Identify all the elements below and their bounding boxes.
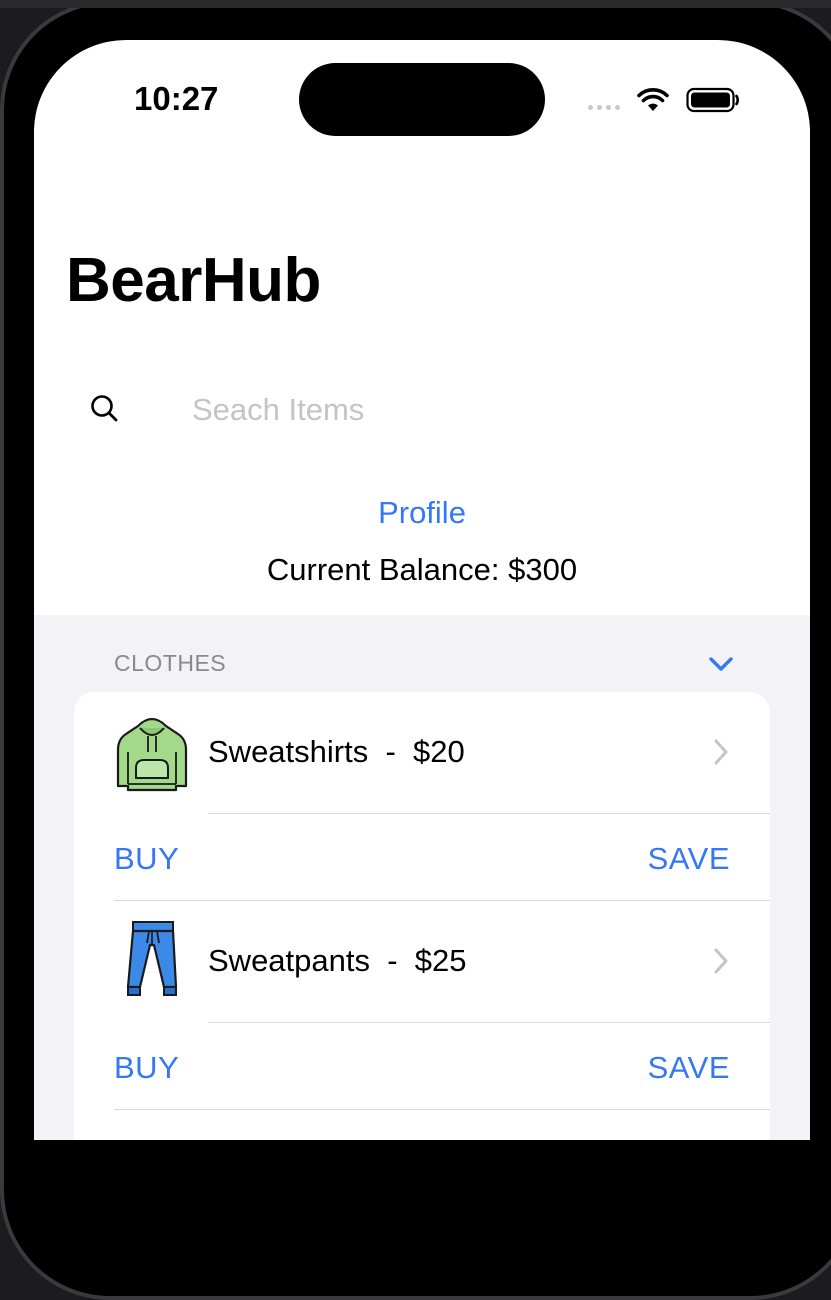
item-label: Sweatshirts - $20 [208, 734, 465, 769]
blue-sweatpants-icon [126, 921, 178, 996]
save-button[interactable]: SAVE [648, 841, 730, 877]
status-time: 10:27 [134, 80, 219, 117]
wifi-icon [637, 88, 669, 111]
chevron-right-icon [714, 739, 728, 765]
chevron-down-icon[interactable] [706, 652, 736, 676]
current-balance: Current Balance: $300 [266, 552, 578, 587]
divider [208, 1022, 770, 1023]
chevron-right-icon [714, 948, 728, 974]
buy-button[interactable]: BUY [114, 841, 179, 877]
battery-icon [686, 87, 740, 113]
save-button[interactable]: SAVE [648, 1050, 730, 1086]
item-label: Sweatpants - $25 [208, 943, 467, 978]
section-header: CLOTHES [114, 650, 227, 676]
search-input[interactable] [192, 388, 752, 432]
profile-link[interactable]: Profile [34, 495, 810, 531]
list-item[interactable]: Sweatshirts - $20 [74, 692, 770, 812]
divider [114, 1109, 770, 1110]
divider [208, 813, 770, 814]
dynamic-island [299, 63, 545, 136]
search-bar [88, 388, 788, 432]
status-indicators [588, 82, 740, 118]
items-card: Sweatshirts - $20 BUY SAVE Sweatpants - … [74, 692, 770, 1140]
buy-button[interactable]: BUY [114, 1050, 179, 1086]
device-edge [0, 0, 831, 8]
search-icon [91, 395, 118, 422]
page-title: BearHub [66, 246, 321, 315]
signal-dots-icon [588, 90, 620, 110]
list-item[interactable]: Sweatpants - $25 [74, 901, 770, 1021]
phone-screen: 10:27 BearHub Profile Current Balance: $… [34, 40, 810, 1140]
green-hoodie-icon [116, 717, 188, 792]
